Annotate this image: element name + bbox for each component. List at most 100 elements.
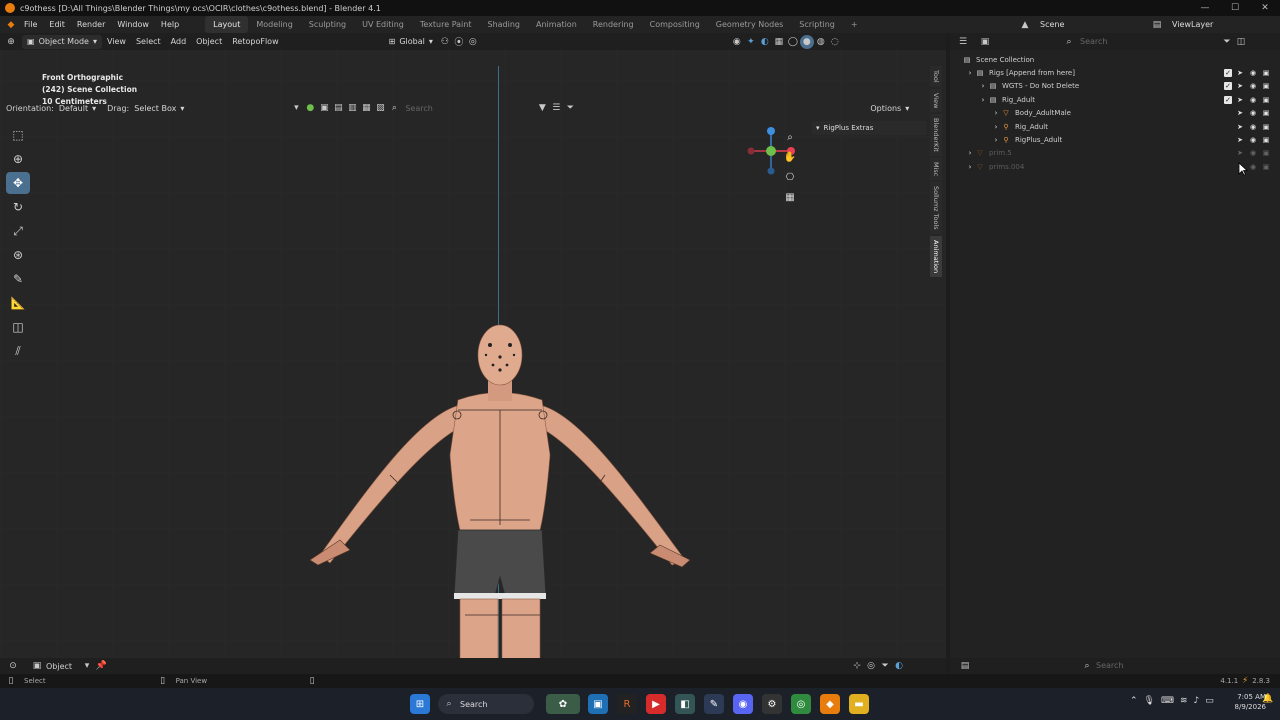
camera-icon[interactable]: ▣ — [1261, 108, 1271, 118]
tab-modeling[interactable]: Modeling — [248, 16, 300, 33]
editor-type-icon[interactable]: ⊙ — [6, 659, 20, 673]
outliner-row[interactable]: › ▤ Rigs [Append from here] ✓ ➤ ◉ ▣ — [950, 66, 1280, 79]
add-cube-tool-icon[interactable]: ◫ — [6, 316, 30, 338]
close-button[interactable]: ✕ — [1250, 0, 1280, 16]
outliner-search-input[interactable]: Search — [1080, 37, 1210, 46]
camera-view-icon[interactable]: ⎔ — [782, 169, 798, 185]
solid-shading-icon[interactable]: ● — [799, 34, 814, 49]
tab-sollumz-tools[interactable]: Sollumz Tools — [930, 182, 942, 234]
outliner-row[interactable]: › ⚲ Rig_Adult ➤ ◉ ▣ — [950, 120, 1280, 133]
camera-icon[interactable]: ▣ — [1261, 81, 1271, 91]
outliner-row[interactable]: › ⚲ RigPlus_Adult ➤ ◉ ▣ — [950, 133, 1280, 146]
expand-arrow-icon[interactable]: › — [965, 68, 975, 78]
scale-tool-icon[interactable]: ⤢ — [6, 220, 30, 242]
outliner-row[interactable]: › ▤ Rig_Adult ✓ ➤ ◉ ▣ — [950, 93, 1280, 106]
transform-orientation-dropdown[interactable]: ⊞ Global ▾ — [384, 35, 438, 49]
menu-help[interactable]: Help — [155, 16, 185, 33]
filter-icon[interactable]: ⏷ — [1220, 35, 1234, 49]
photos-icon[interactable]: ◧ — [675, 694, 695, 714]
annotate-tool-icon[interactable]: ✎ — [6, 268, 30, 290]
clock[interactable]: 7:05 AM 8/9/2026 — [1222, 692, 1266, 712]
eye-icon[interactable]: ◉ — [1248, 95, 1258, 105]
mode-dropdown[interactable]: ▣ Object Mode ▾ — [22, 34, 102, 49]
select-arrow-icon[interactable]: ➤ — [1235, 135, 1245, 145]
tab-scripting[interactable]: Scripting — [791, 16, 843, 33]
steam-icon[interactable]: ⚙ — [762, 694, 782, 714]
exclude-checkbox[interactable]: ✓ — [1224, 82, 1232, 91]
menu-window[interactable]: Window — [111, 16, 155, 33]
camera-icon[interactable]: ▣ — [1261, 95, 1271, 105]
expand-arrow-icon[interactable]: › — [978, 81, 988, 91]
tab-animation[interactable]: Animation — [528, 16, 585, 33]
outliner-row[interactable]: ▤ Scene Collection — [950, 53, 1280, 66]
add-menu[interactable]: Add — [166, 35, 192, 49]
menu-file[interactable]: File — [18, 16, 43, 33]
keyboard-icon[interactable]: ⌨ — [1161, 696, 1174, 706]
tab-animation-side[interactable]: Animation — [930, 235, 942, 278]
select-menu[interactable]: Select — [131, 35, 166, 49]
exclude-checkbox[interactable]: ✓ — [1224, 95, 1232, 104]
y-axis-ball[interactable] — [766, 146, 776, 156]
minimize-button[interactable]: — — [1190, 0, 1220, 16]
select-arrow-icon[interactable]: ➤ — [1235, 148, 1245, 158]
expand-arrow-icon[interactable]: › — [965, 162, 975, 172]
select-invert-icon[interactable]: ▦ — [359, 101, 373, 115]
zoom-icon[interactable]: ⌕ — [782, 129, 798, 145]
outliner-row[interactable]: ›▽prims.004➤◉▣ — [950, 160, 1280, 173]
expand-arrow-icon[interactable] — [952, 55, 962, 65]
mesh-select-icon[interactable]: ● — [303, 101, 317, 115]
filter-icon[interactable]: ⏷ — [563, 101, 577, 115]
notification-icon[interactable]: 🔔 — [1262, 694, 1273, 704]
blender-taskbar-icon[interactable]: ◆ — [820, 694, 840, 714]
select-mode-icon[interactable]: ▣ — [317, 101, 331, 115]
store-icon[interactable]: ▣ — [588, 694, 608, 714]
tab-misc[interactable]: Misc — [930, 157, 942, 181]
z-axis-ball[interactable] — [767, 127, 775, 135]
select-arrow-icon[interactable]: ➤ — [1235, 95, 1245, 105]
select-arrow-icon[interactable]: ➤ — [1235, 122, 1245, 132]
view-menu[interactable]: View — [102, 35, 131, 49]
measure-tool-icon[interactable]: 📐 — [6, 292, 30, 314]
visibility-icon[interactable]: ◉ — [730, 35, 744, 49]
snap-toggle-icon[interactable]: ⊹ — [850, 659, 864, 673]
onion-skin-icon[interactable]: ◎ — [864, 659, 878, 673]
transform-tool-icon[interactable]: ⊛ — [6, 244, 30, 266]
battery-icon[interactable]: ▭ — [1205, 696, 1214, 706]
pan-hand-icon[interactable]: ✋ — [782, 149, 798, 165]
character-model[interactable] — [300, 315, 700, 658]
expand-arrow-icon[interactable]: › — [991, 135, 1001, 145]
widget-icon[interactable]: ✿ — [546, 694, 580, 714]
eye-icon[interactable]: ◉ — [1248, 135, 1258, 145]
list-view-icon[interactable]: ☰ — [549, 101, 563, 115]
view-layer-selector[interactable]: ▤ ViewLayer — [1150, 16, 1214, 33]
camera-icon[interactable]: ▣ — [1261, 162, 1271, 172]
z-neg-axis-ball[interactable] — [767, 167, 775, 175]
outliner-editor-icon[interactable]: ☰ — [956, 35, 970, 49]
collapse-icon[interactable]: ▾ — [289, 101, 303, 115]
exclude-checkbox[interactable]: ✓ — [1224, 68, 1232, 77]
select-subtract-icon[interactable]: ▥ — [345, 101, 359, 115]
app-r-icon[interactable]: R — [617, 694, 637, 714]
taskbar-search[interactable]: ⌕ Search — [438, 694, 534, 714]
camera-icon[interactable]: ▣ — [1261, 122, 1271, 132]
proportional-edit-icon[interactable]: ◎ — [466, 35, 480, 49]
rigplus-extras-panel[interactable]: ▾ RigPlus Extras — [812, 121, 926, 135]
3d-viewport[interactable]: Orientation: Default ▾ Drag: Select Box … — [0, 50, 946, 658]
properties-search-input[interactable]: Search — [1096, 661, 1123, 670]
tab-sculpting[interactable]: Sculpting — [301, 16, 354, 33]
bottom-mode-label[interactable]: Object — [46, 662, 72, 671]
outliner-row[interactable]: › ▤ WGTS - Do Not Delete ✓ ➤ ◉ ▣ — [950, 80, 1280, 93]
tab-view[interactable]: View — [930, 88, 942, 113]
wireframe-shading-icon[interactable]: ◯ — [786, 35, 800, 49]
gizmo-toggle-icon[interactable]: ✦ — [744, 35, 758, 49]
tab-compositing[interactable]: Compositing — [642, 16, 708, 33]
cursor-tool-icon[interactable]: ⊕ — [6, 148, 30, 170]
ortho-grid-icon[interactable]: ▦ — [782, 189, 798, 205]
tab-blenderkit[interactable]: BlenderKit — [930, 114, 942, 156]
pin-icon[interactable]: 📌 — [94, 659, 108, 673]
editor-type-icon[interactable]: ⊕ — [4, 35, 18, 49]
menu-render[interactable]: Render — [71, 16, 111, 33]
wifi-icon[interactable]: ≋ — [1180, 696, 1188, 706]
menu-edit[interactable]: Edit — [43, 16, 71, 33]
snap-icon[interactable]: ⦿ — [452, 35, 466, 49]
